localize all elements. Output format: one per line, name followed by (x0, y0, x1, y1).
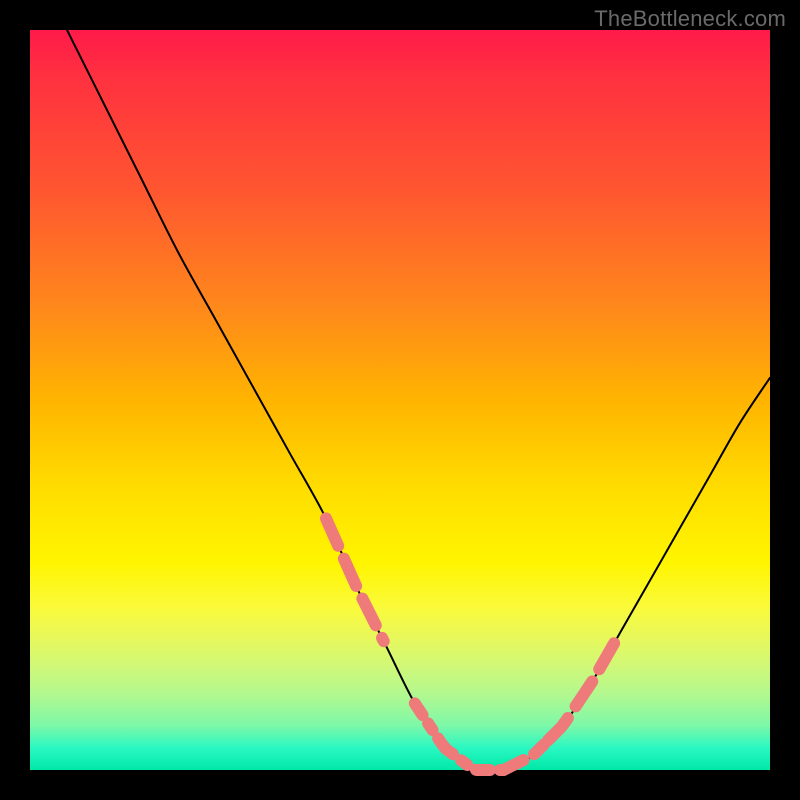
curve-svg-layer (30, 30, 770, 770)
watermark-text: TheBottleneck.com (594, 6, 786, 32)
highlight-dash-group (326, 518, 615, 770)
highlight-dash-segment (548, 642, 615, 740)
bottleneck-curve-line (67, 30, 770, 772)
highlight-dash-segment (415, 703, 553, 770)
outer-frame: TheBottleneck.com (0, 0, 800, 800)
highlight-dash-segment (326, 518, 384, 641)
